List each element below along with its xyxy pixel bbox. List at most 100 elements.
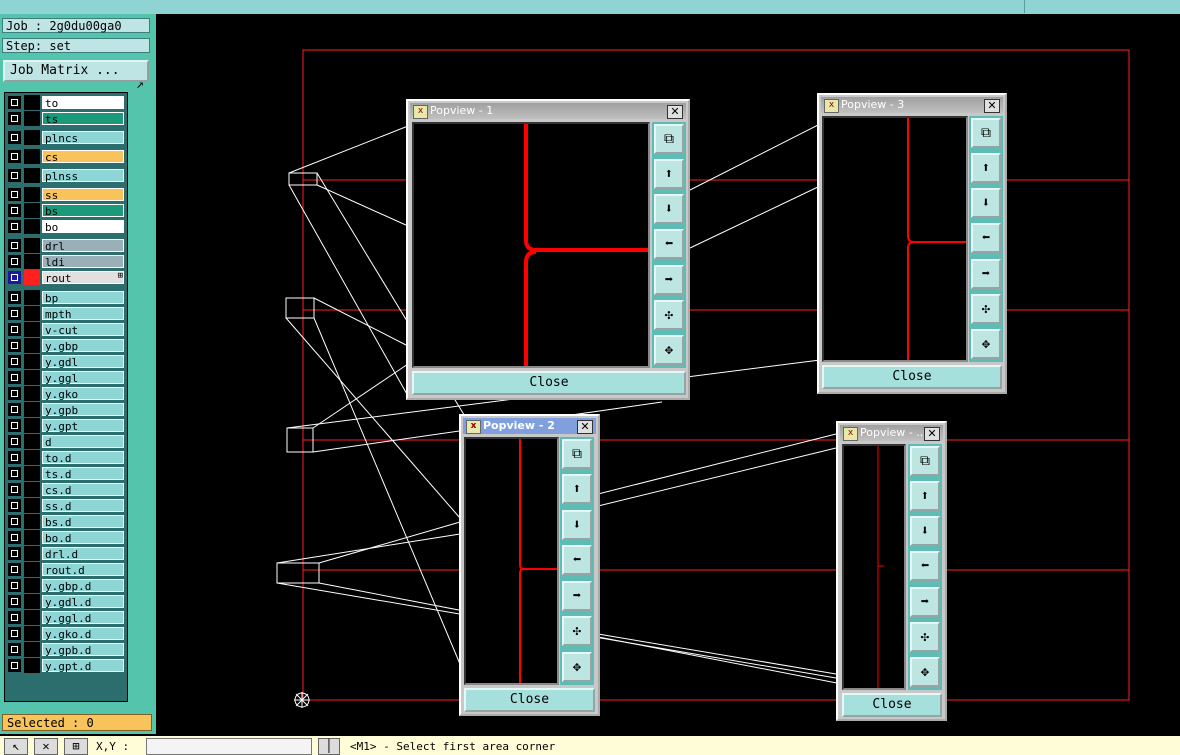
zoom-fit-icon[interactable]: ⧉ bbox=[910, 446, 940, 476]
layer-color-swatch[interactable] bbox=[24, 111, 40, 126]
layer-color-swatch[interactable] bbox=[24, 434, 40, 449]
layer-row[interactable]: cs.d bbox=[6, 482, 126, 497]
popview-view[interactable] bbox=[822, 116, 968, 362]
xy-input[interactable] bbox=[146, 738, 312, 755]
layer-checkbox[interactable] bbox=[8, 169, 21, 182]
popview-view[interactable] bbox=[842, 444, 906, 690]
layer-color-swatch[interactable] bbox=[24, 658, 40, 673]
layer-color-swatch[interactable] bbox=[24, 203, 40, 218]
layer-name[interactable]: mpth bbox=[42, 307, 124, 321]
layer-name[interactable]: y.ggl.d bbox=[42, 611, 124, 625]
layer-color-swatch[interactable] bbox=[24, 354, 40, 369]
pan-right-icon[interactable]: ➡ bbox=[971, 259, 1001, 289]
layer-row[interactable]: y.gko.d bbox=[6, 626, 126, 641]
layer-color-swatch[interactable] bbox=[24, 530, 40, 545]
layer-color-swatch[interactable] bbox=[24, 418, 40, 433]
layer-name[interactable]: ldi bbox=[42, 255, 124, 269]
layer-row[interactable]: y.gpb bbox=[6, 402, 126, 417]
info-icon[interactable]: │ bbox=[318, 738, 340, 755]
layer-checkbox[interactable] bbox=[8, 451, 21, 464]
layer-row[interactable]: ss bbox=[6, 187, 126, 202]
layer-row[interactable]: y.ggl.d bbox=[6, 610, 126, 625]
pan-up-icon[interactable]: ⬆ bbox=[910, 481, 940, 511]
layer-row[interactable]: bo.d bbox=[6, 530, 126, 545]
layer-checkbox[interactable] bbox=[8, 371, 21, 384]
pan-up-icon[interactable]: ⬆ bbox=[562, 474, 592, 504]
layer-checkbox[interactable] bbox=[8, 150, 21, 163]
layer-row[interactable]: to.d bbox=[6, 450, 126, 465]
pan-left-icon[interactable]: ⬅ bbox=[562, 545, 592, 575]
layer-color-swatch[interactable] bbox=[24, 95, 40, 110]
layer-row[interactable]: d bbox=[6, 434, 126, 449]
layer-row[interactable]: plncs bbox=[6, 130, 126, 145]
layer-name[interactable]: y.gbp bbox=[42, 339, 124, 353]
pan-left-icon[interactable]: ⬅ bbox=[971, 223, 1001, 253]
pan-up-icon[interactable]: ⬆ bbox=[971, 153, 1001, 183]
layer-name[interactable]: ts.d bbox=[42, 467, 124, 481]
pan-right-icon[interactable]: ➡ bbox=[654, 265, 684, 295]
layer-color-swatch[interactable] bbox=[24, 370, 40, 385]
popview-titlebar[interactable]: x Popview - 1 ✕ bbox=[410, 103, 686, 119]
layer-name[interactable]: bs bbox=[42, 204, 124, 218]
layer-row[interactable]: cs bbox=[6, 149, 126, 164]
layer-row[interactable]: y.gdl bbox=[6, 354, 126, 369]
pan-down-icon[interactable]: ⬇ bbox=[562, 510, 592, 540]
layer-checkbox[interactable] bbox=[8, 547, 21, 560]
layer-color-swatch[interactable] bbox=[24, 219, 40, 234]
pan-right-icon[interactable]: ➡ bbox=[562, 581, 592, 611]
zoom-in-icon[interactable]: ✣ bbox=[971, 294, 1001, 324]
layer-color-swatch[interactable] bbox=[24, 187, 40, 202]
layer-checkbox[interactable] bbox=[8, 323, 21, 336]
layer-checkbox[interactable] bbox=[8, 239, 21, 252]
close-icon[interactable]: ✕ bbox=[984, 99, 1000, 113]
layer-color-swatch[interactable] bbox=[24, 254, 40, 269]
layer-checkbox[interactable] bbox=[8, 291, 21, 304]
popview-titlebar[interactable]: x Popview - ... ✕ bbox=[840, 425, 943, 441]
layer-color-swatch[interactable] bbox=[24, 290, 40, 305]
layer-row[interactable]: drl bbox=[6, 238, 126, 253]
layer-row[interactable]: y.gko bbox=[6, 386, 126, 401]
layer-name[interactable]: y.ggl bbox=[42, 371, 124, 385]
layer-checkbox[interactable] bbox=[8, 355, 21, 368]
layer-row[interactable]: ldi bbox=[6, 254, 126, 269]
layer-checkbox[interactable] bbox=[8, 307, 21, 320]
zoom-in-icon[interactable]: ✣ bbox=[562, 616, 592, 646]
layer-row[interactable]: ss.d bbox=[6, 498, 126, 513]
layer-checkbox[interactable] bbox=[8, 611, 21, 624]
layer-row[interactable]: bp bbox=[6, 290, 126, 305]
job-matrix-button[interactable]: Job Matrix ... bbox=[3, 60, 149, 82]
layer-row[interactable]: y.gdl.d bbox=[6, 594, 126, 609]
layer-color-swatch[interactable] bbox=[24, 168, 40, 183]
pan-left-icon[interactable]: ⬅ bbox=[654, 229, 684, 259]
layer-checkbox[interactable] bbox=[8, 595, 21, 608]
zoom-out-icon[interactable]: ✥ bbox=[562, 652, 592, 682]
layer-row[interactable]: y.gpt.d bbox=[6, 658, 126, 673]
layer-checkbox[interactable] bbox=[8, 112, 21, 125]
layer-color-swatch[interactable] bbox=[24, 514, 40, 529]
close-icon[interactable]: ✕ bbox=[667, 105, 683, 119]
layer-name[interactable]: drl.d bbox=[42, 547, 124, 561]
pan-right-icon[interactable]: ➡ bbox=[910, 587, 940, 617]
layer-row[interactable]: rout.d bbox=[6, 562, 126, 577]
snap-tool-icon[interactable]: ⊞ bbox=[64, 738, 88, 755]
layer-color-swatch[interactable] bbox=[24, 642, 40, 657]
zoom-fit-icon[interactable]: ⧉ bbox=[971, 118, 1001, 148]
layer-row[interactable]: drl.d bbox=[6, 546, 126, 561]
layer-name[interactable]: cs bbox=[42, 150, 124, 164]
layer-color-swatch[interactable] bbox=[24, 498, 40, 513]
layer-name[interactable]: ss bbox=[42, 188, 124, 202]
popview-titlebar[interactable]: x Popview - 2 ✕ bbox=[463, 418, 596, 434]
layer-color-swatch[interactable] bbox=[24, 466, 40, 481]
layer-color-swatch[interactable] bbox=[24, 626, 40, 641]
layer-row[interactable]: y.gbp bbox=[6, 338, 126, 353]
layer-row[interactable]: ts.d bbox=[6, 466, 126, 481]
layer-checkbox[interactable] bbox=[8, 220, 21, 233]
layer-color-swatch[interactable] bbox=[24, 562, 40, 577]
layer-color-swatch[interactable] bbox=[24, 546, 40, 561]
popview-view[interactable] bbox=[464, 437, 559, 685]
layer-checkbox[interactable] bbox=[8, 339, 21, 352]
layer-row[interactable]: bs bbox=[6, 203, 126, 218]
layer-row[interactable]: y.gbp.d bbox=[6, 578, 126, 593]
layer-row[interactable]: plnss bbox=[6, 168, 126, 183]
layer-row[interactable]: bo bbox=[6, 219, 126, 234]
